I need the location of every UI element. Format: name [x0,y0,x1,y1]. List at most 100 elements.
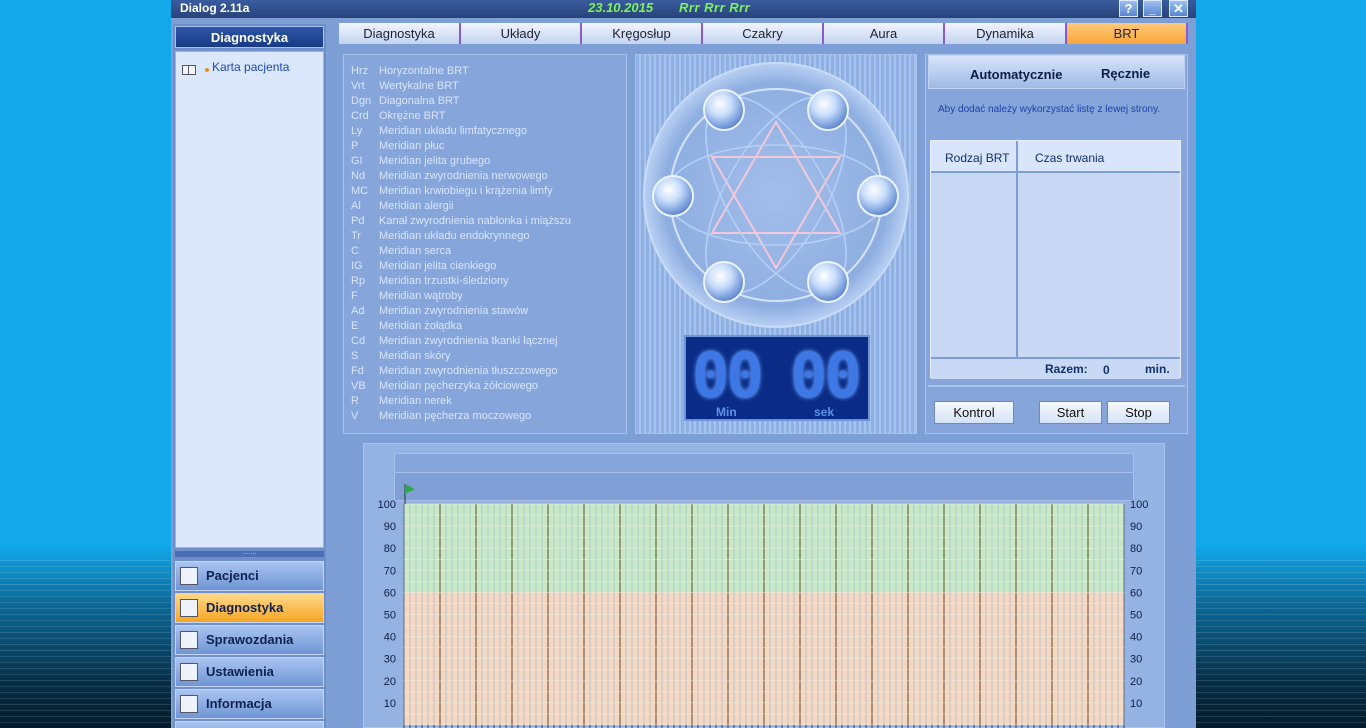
tools-icon [180,663,198,681]
y-tick-label: 70 [384,565,396,577]
y-tick-label: 60 [384,587,396,599]
tab-diagnostics[interactable]: Diagnostyka [339,23,461,44]
nav-button-information[interactable]: Informacja [175,689,324,719]
brt-name: Meridian pęcherza moczowego [379,410,532,422]
stop-button[interactable]: Stop [1107,401,1170,424]
brt-name: Meridian pęcherzyka żółciowego [379,380,538,392]
brt-code: Dgn [351,95,372,107]
nav-button-reports[interactable]: Sprawozdania [175,625,324,655]
brt-name: Meridian trzustki-śledziony [379,275,509,287]
energy-star-graphic [643,62,909,328]
panel-splitter[interactable]: ....... [175,549,324,557]
y-tick-label: 20 [384,676,396,688]
patients-icon [180,567,198,585]
app-title: Dialog 2.11a [180,1,250,15]
help-icon[interactable]: ? [1119,0,1138,17]
brt-name: Meridian jelita grubego [379,155,491,167]
brt-code: Ad [351,305,365,317]
title-bar[interactable]: Dialog 2.11a 23.10.2015 Rrr Rrr Rrr ? _ … [171,0,1196,18]
patient-tree: Karta pacjenta [175,51,324,548]
brt-code: S [351,350,359,362]
brt-name: Meridian nerek [379,395,452,407]
y-tick-label: 100 [378,499,396,511]
tab-bar: Diagnostyka Układy Kręgosłup Czakry Aura… [339,23,1190,45]
y-tick-label: 70 [1130,565,1142,577]
brt-chart: 10 10 20 20 30 30 40 40 50 50 60 60 70 70 80 80 90 90 100 1… [378,484,1148,728]
y-tick-label: 30 [384,654,396,666]
brt-name: Horyzontalne BRT [379,65,469,77]
nav-button-diagnostics[interactable]: Diagnostyka [175,593,324,623]
timer-display: 00 00 Min sek [684,335,870,421]
brt-code: R [351,395,359,407]
nav-button-patients[interactable]: Pacjenci [175,561,324,591]
printer-icon [180,631,198,649]
brt-name: Meridian jelita cienkiego [379,260,497,272]
brt-name: Meridian żołądka [379,320,463,332]
brt-name: Wertykalne BRT [379,80,459,92]
mode-switch: Automatycznie Ręcznie [928,55,1185,89]
brt-name: Meridian układu endokrynnego [379,230,530,242]
nav-label: Pacjenci [206,568,259,583]
y-tick-label: 80 [384,543,396,555]
brt-name: Meridian wątroby [379,290,463,302]
timer-seconds-label: sek [814,405,835,419]
y-tick-label: 40 [1130,632,1142,644]
tab-systems[interactable]: Układy [461,23,582,44]
tab-chakras[interactable]: Czakry [703,23,824,44]
bullet-icon [205,68,209,72]
column-divider [1016,141,1018,377]
tab-brt[interactable]: BRT [1067,23,1188,44]
tab-spine[interactable]: Kręgosłup [582,23,703,44]
brt-name: Meridian skóry [379,350,451,362]
brt-name: Meridian zwyrodnienia tkanki łącznej [379,335,558,347]
mode-automatic-tab[interactable]: Automatycznie [970,67,1062,82]
brt-code: Rp [351,275,366,287]
brt-name: Meridian układu limfatycznego [379,125,527,137]
y-tick-label: 10 [1130,698,1142,710]
left-panel-header: Diagnostyka [175,26,324,48]
brt-code: IG [351,260,363,272]
brt-name: Meridian zwyrodnienia stawów [379,305,529,317]
y-tick-label: 80 [1130,543,1142,555]
brt-code: E [351,320,359,332]
tree-item-patient-card[interactable]: Karta pacjenta [212,59,292,75]
close-icon[interactable]: ✕ [1169,0,1188,17]
brt-code: Nd [351,170,366,182]
minimize-icon[interactable]: _ [1143,0,1162,17]
brt-name: Meridian alergii [379,200,454,212]
table-summary-row: Razem: 0 min. [931,357,1180,379]
divider [928,385,1185,387]
brt-code: GI [351,155,363,167]
timer-minutes: 00 [692,339,764,412]
y-tick-label: 90 [1130,521,1142,533]
info-text: Aby dodać należy wykorzystać listę z lew… [938,104,1161,115]
y-tick-label: 90 [384,521,396,533]
nav-button-settings[interactable]: Ustawienia [175,657,324,687]
brt-code: P [351,140,359,152]
brt-code: Hrz [351,65,369,77]
start-button[interactable]: Start [1039,401,1102,424]
y-tick-label: 50 [1130,610,1142,622]
column-header-duration: Czas trwania [1035,151,1105,165]
tab-dynamics[interactable]: Dynamika [945,23,1067,44]
brt-name: Okrężne BRT [379,110,446,122]
kontrol-button[interactable]: Kontrol [934,401,1014,424]
sum-value: 0 [1103,363,1110,377]
y-tick-label: 40 [384,632,396,644]
y-tick-label: 100 [1130,499,1148,511]
visualization-panel: 00 00 Min sek [635,54,917,434]
tab-aura[interactable]: Aura [824,23,945,44]
y-tick-label: 20 [1130,676,1142,688]
start-flag-icon [405,484,415,494]
brt-name: Meridian serca [379,245,452,257]
app-window: Dialog 2.11a 23.10.2015 Rrr Rrr Rrr ? _ … [171,0,1196,728]
brt-code: F [351,290,358,302]
brt-table[interactable]: Rodzaj BRT Czas trwania Razem: 0 min. [930,140,1181,379]
mode-manual-tab[interactable]: Ręcznie [1101,66,1150,81]
nav-label: Diagnostyka [206,600,284,615]
brt-code: V [351,410,359,422]
y-tick-label: 30 [1130,654,1142,666]
book-icon [182,65,196,75]
sum-label: Razem: [1045,362,1088,376]
nav-button-extra[interactable] [175,721,324,728]
